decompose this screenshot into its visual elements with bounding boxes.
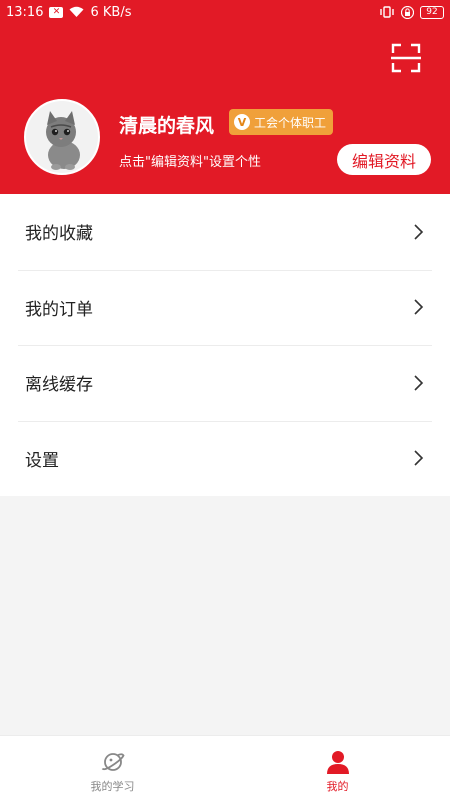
- chevron-right-icon: [414, 450, 424, 466]
- tab-label: 我的学习: [90, 780, 135, 793]
- edit-profile-button[interactable]: 编辑资料: [337, 144, 431, 175]
- menu-item-label: 我的订单: [25, 299, 93, 320]
- profile-header: 13:16 ✕ 6 KB/s 92 清晨的春风 V 工会个体职工 点击"编辑资料…: [0, 0, 450, 194]
- network-speed: 6 KB/s: [90, 4, 132, 20]
- notification-icon: ✕: [49, 6, 64, 18]
- lock-icon: [401, 5, 414, 19]
- vibrate-icon: [379, 6, 395, 18]
- menu-item-label: 离线缓存: [25, 375, 93, 396]
- battery-icon: 92: [420, 5, 444, 19]
- member-badge: V 工会个体职工: [229, 109, 334, 135]
- menu-item-label: 我的收藏: [25, 224, 93, 245]
- badge-label: 工会个体职工: [254, 115, 327, 130]
- wifi-icon: [69, 6, 84, 18]
- scan-button[interactable]: [390, 42, 422, 74]
- planet-icon: [101, 753, 125, 771]
- tab-label: 我的: [326, 780, 349, 793]
- chevron-right-icon: [414, 224, 424, 240]
- cat-avatar-icon: [26, 101, 98, 173]
- menu-item-offline-cache[interactable]: 离线缓存: [0, 345, 450, 421]
- avatar[interactable]: [24, 99, 100, 175]
- menu-item-favorites[interactable]: 我的收藏: [0, 194, 450, 270]
- chevron-right-icon: [414, 375, 424, 391]
- username: 清晨的春风: [119, 115, 215, 137]
- menu-list: 我的收藏 我的订单 离线缓存 设置: [0, 194, 450, 496]
- status-time: 13:16: [6, 4, 44, 20]
- status-bar: 13:16 ✕ 6 KB/s 92: [0, 0, 450, 24]
- person-icon: [326, 751, 349, 774]
- menu-item-settings[interactable]: 设置: [0, 420, 450, 497]
- vip-icon: V: [234, 114, 250, 130]
- edit-profile-hint: 点击"编辑资料"设置个性: [119, 155, 261, 170]
- bottom-tab-bar: 我的学习 我的: [0, 735, 450, 800]
- chevron-right-icon: [414, 299, 424, 315]
- menu-item-orders[interactable]: 我的订单: [0, 269, 450, 346]
- menu-item-label: 设置: [25, 450, 59, 471]
- tab-my-learning[interactable]: 我的学习: [0, 736, 225, 800]
- scan-icon: [391, 43, 421, 73]
- tab-me[interactable]: 我的: [225, 736, 450, 800]
